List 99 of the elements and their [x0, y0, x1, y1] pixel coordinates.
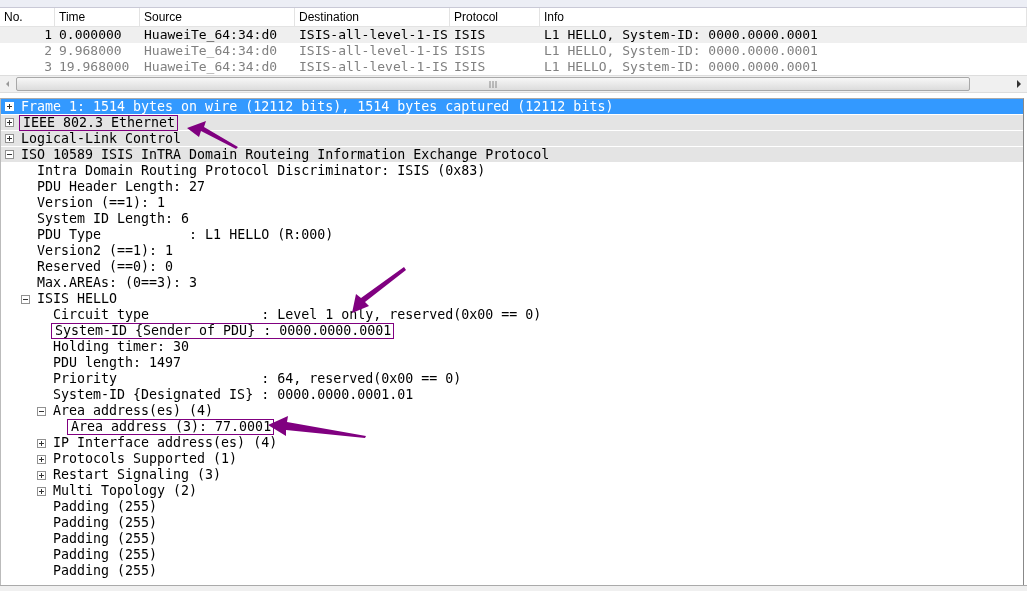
expand-icon[interactable] — [37, 486, 46, 496]
table-cell-text: HuaweiTe_64:34:d0 — [143, 59, 279, 75]
horizontal-scrollbar[interactable] — [0, 75, 1027, 93]
field-text: Logical-Link Control — [20, 131, 183, 146]
tree-row[interactable]: Padding (255) — [1, 547, 1023, 563]
expand-icon[interactable] — [37, 454, 46, 464]
field-text: PDU length: 1497 — [52, 356, 183, 370]
table-cell-text: 1 — [43, 27, 53, 43]
annotation-arrow — [187, 121, 238, 149]
field-text: Padding (255) — [52, 564, 159, 578]
field-text: Padding (255) — [52, 516, 159, 530]
tree-row[interactable]: Area address(es) (4) — [1, 403, 1023, 419]
tree-row[interactable]: IEEE 802.3 Ethernet — [1, 115, 1023, 131]
tree-row[interactable]: Priority : 64, reserved(0x00 == 0) — [1, 371, 1023, 387]
field-text: ISIS HELLO — [36, 292, 119, 306]
highlighted-field: IEEE 802.3 Ethernet — [20, 115, 178, 130]
packet-row[interactable]: 3 19.968000 HuaweiTe_64:34:d0 ISIS-all-level-1-IS ISIS L1 HELLO, System-ID: 0000.0000.0001 — [0, 59, 1027, 75]
tree-row[interactable]: PDU Type : L1 HELLO (R:000) — [1, 227, 1023, 243]
field-text: IP Interface address(es) (4) — [52, 436, 279, 450]
tree-row[interactable]: Circuit type : Level 1 only, reserved(0x00 == 0) — [1, 307, 1023, 323]
highlighted-field: System-ID {Sender of PDU} : 0000.0000.0001 — [52, 324, 394, 338]
tree-row[interactable]: Version2 (==1): 1 — [1, 243, 1023, 259]
table-cell-text: ISIS-all-level-1-IS — [298, 27, 449, 43]
field-text: PDU Header Length: 27 — [36, 180, 207, 194]
table-cell-text: ISIS-all-level-1-IS — [298, 43, 449, 59]
tree-row[interactable]: Intra Domain Routing Protocol Discriminator: ISIS (0x83) — [1, 163, 1023, 179]
field-text: System ID Length: 6 — [36, 212, 191, 226]
column-header[interactable]: Source — [140, 8, 295, 26]
expand-icon[interactable] — [37, 470, 46, 480]
field-text: Max.AREAs: (0==3): 3 — [36, 276, 199, 290]
field-text: Padding (255) — [52, 500, 159, 514]
column-header[interactable]: Time — [55, 8, 140, 26]
tree-row[interactable]: Restart Signaling (3) — [1, 467, 1023, 483]
tree-row[interactable]: System-ID {Sender of PDU} : 0000.0000.0001 — [1, 323, 1023, 339]
tree-row[interactable]: Padding (255) — [1, 499, 1023, 515]
table-cell-text: HuaweiTe_64:34:d0 — [143, 43, 279, 59]
field-text: Area address(es) (4) — [52, 404, 215, 418]
table-cell-text: ISIS-all-level-1-IS — [298, 59, 449, 75]
grip-icon — [488, 80, 498, 88]
tree-row[interactable]: Max.AREAs: (0==3): 3 — [1, 275, 1023, 291]
field-text: Intra Domain Routing Protocol Discriminator: ISIS (0x83) — [36, 164, 487, 178]
field-text: Frame 1: 1514 bytes on wire (12112 bits), 1514 bytes captured (12112 bits) — [20, 99, 615, 114]
tree-row[interactable]: Reserved (==0): 0 — [1, 259, 1023, 275]
tree-row[interactable]: Protocols Supported (1) — [1, 451, 1023, 467]
column-header[interactable]: Info — [540, 8, 1027, 26]
expand-icon[interactable] — [37, 438, 46, 448]
expand-icon[interactable] — [5, 118, 14, 127]
table-cell-text: L1 HELLO, System-ID: 0000.0000.0001 — [543, 43, 819, 59]
collapse-icon[interactable] — [5, 150, 14, 159]
tree-row[interactable]: Version (==1): 1 — [1, 195, 1023, 211]
collapse-icon[interactable] — [21, 294, 30, 304]
tree-row[interactable]: ISIS HELLO — [1, 291, 1023, 307]
field-text: Priority : 64, reserved(0x00 == 0) — [52, 372, 463, 386]
field-text: Protocols Supported (1) — [52, 452, 239, 466]
field-text: Restart Signaling (3) — [52, 468, 223, 482]
column-header[interactable]: Protocol — [450, 8, 540, 26]
table-cell-text: 3 — [43, 59, 53, 75]
table-cell-text: ISIS — [453, 59, 487, 75]
table-cell-text: ISIS — [453, 43, 487, 59]
column-header[interactable]: No. — [0, 8, 55, 26]
packet-row[interactable]: 1 0.000000 HuaweiTe_64:34:d0 ISIS-all-level-1-IS ISIS L1 HELLO, System-ID: 0000.0000.0001 — [0, 27, 1027, 43]
field-text: Holding timer: 30 — [52, 340, 191, 354]
field-text: Multi Topology (2) — [52, 484, 199, 498]
field-text: Padding (255) — [52, 548, 159, 562]
table-cell-text: 0.000000 — [58, 27, 123, 43]
field-text: Padding (255) — [52, 532, 159, 546]
tree-row[interactable]: Area address (3): 77.0001 — [1, 419, 1023, 435]
tree-row[interactable]: Padding (255) — [1, 563, 1023, 579]
table-cell-text: ISIS — [453, 27, 487, 43]
tree-row[interactable]: IP Interface address(es) (4) — [1, 435, 1023, 451]
table-cell-text: 9.968000 — [58, 43, 123, 59]
tree-row[interactable]: ISO 10589 ISIS InTRA Domain Routeing Information Exchange Protocol — [1, 147, 1023, 163]
field-text: Circuit type : Level 1 only, reserved(0x00 == 0) — [52, 308, 543, 322]
table-cell-text: 19.968000 — [58, 59, 131, 75]
tree-row[interactable]: Holding timer: 30 — [1, 339, 1023, 355]
expand-icon[interactable] — [5, 134, 14, 143]
field-text: Version2 (==1): 1 — [36, 244, 175, 258]
scroll-thumb[interactable] — [16, 77, 970, 91]
table-cell-text: L1 HELLO, System-ID: 0000.0000.0001 — [543, 27, 819, 43]
tree-row[interactable]: Padding (255) — [1, 515, 1023, 531]
field-text: Reserved (==0): 0 — [36, 260, 175, 274]
table-cell-text: HuaweiTe_64:34:d0 — [143, 27, 279, 43]
field-text: ISO 10589 ISIS InTRA Domain Routeing Information Exchange Protocol — [20, 147, 551, 162]
table-cell-text: 2 — [43, 43, 53, 59]
table-cell-text: L1 HELLO, System-ID: 0000.0000.0001 — [543, 59, 819, 75]
tree-row[interactable]: System ID Length: 6 — [1, 211, 1023, 227]
tree-row[interactable]: PDU Header Length: 27 — [1, 179, 1023, 195]
packet-row[interactable]: 2 9.968000 HuaweiTe_64:34:d0 ISIS-all-level-1-IS ISIS L1 HELLO, System-ID: 0000.0000.0001 — [0, 43, 1027, 59]
highlighted-field: Area address (3): 77.0001 — [68, 420, 274, 434]
tree-row[interactable]: PDU length: 1497 — [1, 355, 1023, 371]
tree-row[interactable]: Padding (255) — [1, 531, 1023, 547]
field-text: System-ID {Designated IS} : 0000.0000.0001.01 — [52, 388, 415, 402]
column-header[interactable]: Destination — [295, 8, 450, 26]
tree-row[interactable]: Logical-Link Control — [1, 131, 1023, 147]
tree-row[interactable]: Multi Topology (2) — [1, 483, 1023, 499]
field-text: PDU Type : L1 HELLO (R:000) — [36, 228, 335, 242]
collapse-icon[interactable] — [37, 406, 46, 416]
tree-row[interactable]: System-ID {Designated IS} : 0000.0000.0001.01 — [1, 387, 1023, 403]
field-text: Version (==1): 1 — [36, 196, 167, 210]
